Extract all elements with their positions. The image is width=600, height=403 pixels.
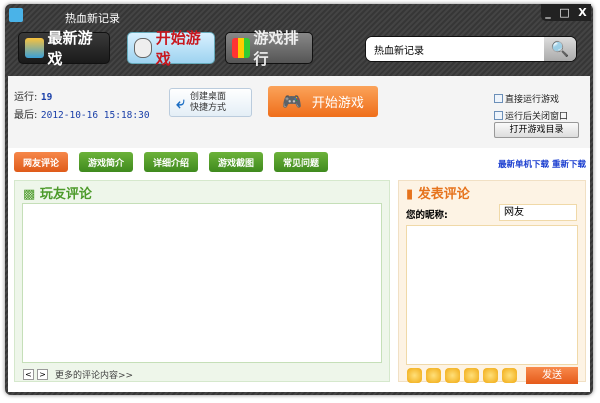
close-button[interactable]: X [578,6,586,19]
checkbox-box [494,111,503,120]
nav-latest-games[interactable]: 最新游戏 [18,29,110,68]
emoticon-icon[interactable] [445,368,460,383]
emoticon-bar [407,368,517,383]
start-game-label: 开始游戏 [311,96,364,111]
comments-panel: ▩ 玩友评论 < > 更多的评论内容>> [14,180,390,382]
comments-pager: < > 更多的评论内容>> [23,368,133,381]
tab-faq[interactable]: 常见问题 [274,152,328,172]
run-count-value: 19 [40,92,53,103]
post-header: ▮ 发表评论 [406,183,470,202]
nav-label: 最新游戏 [47,29,93,68]
next-page-button[interactable]: > [37,369,48,380]
tab-intro[interactable]: 游戏简介 [79,152,133,172]
speech-bubble-icon: ▮ [406,187,414,202]
gamepad-icon: 🎮 [282,92,302,111]
more-comments-link[interactable]: 更多的评论内容>> [55,368,133,381]
checkbox-box [494,94,503,103]
emoticon-icon[interactable] [483,368,498,383]
comment-textarea[interactable] [406,225,578,365]
direct-run-checkbox[interactable]: 直接运行游戏 [494,92,559,105]
nav-label: 开始游戏 [155,29,201,68]
comments-header: ▩ 玩友评论 [23,183,92,202]
start-game-button[interactable]: 🎮 开始游戏 [268,86,378,117]
comments-title: 玩友评论 [39,187,92,202]
window-title: 热血新记录 [65,12,120,25]
create-shortcut-button[interactable]: ⤶ 创建桌面 快捷方式 [169,88,252,117]
minimize-button[interactable]: _ [545,6,551,19]
run-count-label: 运行: [14,92,38,103]
shortcut-line2: 快捷方式 [189,102,226,113]
emoticon-icon[interactable] [407,368,422,383]
last-run-value: 2012-10-16 15:18:30 [40,110,150,121]
game-info-panel: 运行: 19 最后: 2012-10-16 15:18:30 ⤶ 创建桌面 快捷方… [8,76,590,148]
content-area: 网友评论 游戏简介 详细介绍 游戏截图 常见问题 最新单机下载 重新下载 ▩ 玩… [8,148,590,392]
checkbox-label: 直接运行游戏 [505,95,560,105]
chat-icon: ▩ [23,187,36,202]
window-controls: _ □ X [541,4,591,21]
nav-start-game[interactable]: 开始游戏 [127,29,215,68]
close-after-run-checkbox[interactable]: 运行后关闭窗口 [494,109,568,122]
send-button[interactable]: 发送 [526,367,578,384]
search-input[interactable] [366,37,541,61]
emoticon-icon[interactable] [502,368,517,383]
latest-download-link[interactable]: 最新单机下载 [498,160,549,170]
tab-details[interactable]: 详细介绍 [144,152,198,172]
search-button[interactable]: 🔍 [544,37,576,61]
post-title: 发表评论 [417,187,470,202]
search-icon: 🔍 [550,40,570,58]
nav-game-ranking[interactable]: 游戏排行 [225,29,313,68]
nav-label: 游戏排行 [253,29,299,68]
maximize-button[interactable]: □ [559,6,569,19]
tab-comments[interactable]: 网友评论 [14,152,68,172]
redownload-link[interactable]: 重新下载 [552,160,586,170]
checkbox-label: 运行后关闭窗口 [505,112,569,122]
nickname-input[interactable]: 网友 [499,204,577,221]
emoticon-icon[interactable] [426,368,441,383]
nickname-label: 您的昵称: [406,210,448,221]
shortcut-line1: 创建桌面 [189,91,226,102]
app-icon [9,8,23,22]
tab-screenshots[interactable]: 游戏截图 [209,152,263,172]
last-run-label: 最后: [14,110,38,121]
download-links: 最新单机下载 重新下载 [498,158,586,170]
emoticon-icon[interactable] [464,368,479,383]
gift-icon [25,38,44,58]
open-game-dir-button[interactable]: 打开游戏目录 [494,122,579,138]
bar-chart-icon [232,38,250,58]
arrow-icon: ⤶ [176,93,185,112]
post-comment-panel: ▮ 发表评论 您的昵称: 网友 发送 [398,180,586,384]
comments-list[interactable] [22,203,382,363]
gamepad-icon [134,38,152,58]
prev-page-button[interactable]: < [23,369,34,380]
search-box: 🔍 [365,36,577,62]
app-window: 热血新记录 _ □ X 最新游戏 开始游戏 游戏排行 🔍 运行: 19 最后: … [5,4,593,395]
